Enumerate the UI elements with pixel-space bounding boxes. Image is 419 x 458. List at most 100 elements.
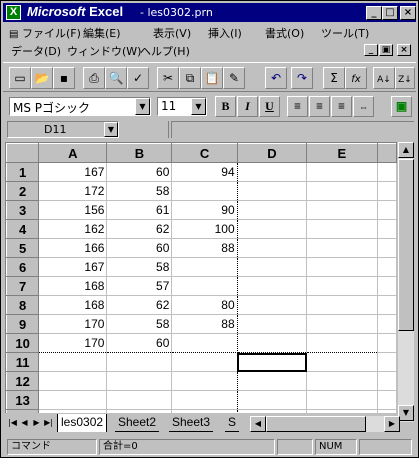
tab-sheet-partial[interactable]: S bbox=[225, 414, 240, 432]
cell-d6[interactable] bbox=[237, 257, 308, 277]
column-header-b[interactable]: B bbox=[106, 143, 173, 163]
cell-a12[interactable] bbox=[38, 371, 108, 391]
prev-sheet-button[interactable]: ◀ bbox=[19, 416, 30, 430]
cell-c11[interactable] bbox=[171, 352, 238, 372]
cell-b13[interactable] bbox=[106, 390, 173, 410]
minimize-button[interactable]: _ bbox=[366, 6, 382, 20]
doc-close-button[interactable]: × bbox=[397, 44, 411, 56]
excel-app-icon[interactable]: X bbox=[6, 5, 21, 20]
autosum-button[interactable]: Σ bbox=[323, 67, 345, 89]
font-name-select[interactable]: MS Pゴシック ▼ bbox=[9, 97, 151, 116]
cell-f14[interactable] bbox=[377, 409, 397, 413]
cell-b11[interactable] bbox=[106, 352, 173, 372]
cell-a10[interactable]: 170 bbox=[38, 333, 108, 353]
name-box[interactable]: D11 ▼ bbox=[7, 121, 119, 138]
close-button[interactable]: × bbox=[400, 6, 416, 20]
chevron-down-icon[interactable]: ▼ bbox=[135, 98, 150, 115]
cell-c2[interactable] bbox=[171, 181, 238, 201]
cell-a9[interactable]: 170 bbox=[38, 314, 108, 334]
new-button[interactable]: ▭ bbox=[9, 67, 31, 89]
tab-sheet2[interactable]: Sheet2 bbox=[115, 414, 160, 432]
cell-e13[interactable] bbox=[306, 390, 378, 410]
column-header-a[interactable]: A bbox=[38, 143, 108, 163]
cell-c1[interactable]: 94 bbox=[171, 162, 238, 182]
cell-c8[interactable]: 80 bbox=[171, 295, 238, 315]
cell-e9[interactable] bbox=[306, 314, 378, 334]
cell-f10[interactable] bbox=[377, 333, 397, 353]
merge-center-button[interactable]: ⇔ bbox=[353, 96, 374, 117]
cell-b2[interactable]: 58 bbox=[106, 181, 173, 201]
format-painter-button[interactable]: ✎ bbox=[223, 67, 245, 89]
maximize-button[interactable]: □ bbox=[382, 6, 398, 20]
cell-a11[interactable] bbox=[38, 352, 108, 372]
cell-d12[interactable] bbox=[237, 371, 308, 391]
cell-d7[interactable] bbox=[237, 276, 308, 296]
undo-button[interactable]: ↶ bbox=[265, 67, 287, 89]
doc-minimize-button[interactable]: _ bbox=[364, 44, 378, 56]
row-header[interactable]: 2 bbox=[6, 181, 40, 201]
cell-a13[interactable] bbox=[38, 390, 108, 410]
row-header[interactable]: 9 bbox=[6, 314, 40, 334]
align-right-button[interactable]: ≡ bbox=[331, 96, 352, 117]
row-header[interactable]: 13 bbox=[6, 390, 40, 410]
cell-b3[interactable]: 61 bbox=[106, 200, 173, 220]
cell-f1[interactable] bbox=[377, 162, 397, 182]
italic-button[interactable]: I bbox=[237, 96, 258, 117]
cell-d8[interactable] bbox=[237, 295, 308, 315]
cell-b1[interactable]: 60 bbox=[106, 162, 173, 182]
menu-format[interactable]: 書式(O) bbox=[265, 25, 304, 41]
cell-a5[interactable]: 166 bbox=[38, 238, 108, 258]
function-wizard-button[interactable]: fx bbox=[345, 67, 367, 89]
row-header[interactable]: 1 bbox=[6, 162, 40, 182]
cell-e3[interactable] bbox=[306, 200, 378, 220]
chevron-down-icon[interactable]: ▼ bbox=[104, 122, 118, 137]
cell-f8[interactable] bbox=[377, 295, 397, 315]
horizontal-scrollbar[interactable]: ◀ ▶ bbox=[250, 416, 400, 432]
cell-b8[interactable]: 62 bbox=[106, 295, 173, 315]
cell-f6[interactable] bbox=[377, 257, 397, 277]
horizontal-scroll-thumb[interactable] bbox=[266, 416, 366, 432]
cell-e7[interactable] bbox=[306, 276, 378, 296]
cell-f13[interactable] bbox=[377, 390, 397, 410]
cell-a1[interactable]: 167 bbox=[38, 162, 108, 182]
row-header[interactable]: 12 bbox=[6, 371, 40, 391]
cell-c12[interactable] bbox=[171, 371, 238, 391]
cell-f7[interactable] bbox=[377, 276, 397, 296]
cell-a3[interactable]: 156 bbox=[38, 200, 108, 220]
scroll-right-button[interactable]: ▶ bbox=[384, 416, 400, 432]
spell-check-button[interactable]: ✓ bbox=[127, 67, 149, 89]
last-sheet-button[interactable]: ▶| bbox=[43, 416, 54, 430]
cell-f2[interactable] bbox=[377, 181, 397, 201]
cell-e10[interactable] bbox=[306, 333, 378, 353]
cell-a4[interactable]: 162 bbox=[38, 219, 108, 239]
cell-d10[interactable] bbox=[237, 333, 308, 353]
row-header[interactable]: 3 bbox=[6, 200, 40, 220]
tab-les0302[interactable]: les0302 bbox=[57, 414, 108, 432]
cell-c5[interactable]: 88 bbox=[171, 238, 238, 258]
cell-d11[interactable] bbox=[237, 352, 308, 372]
sort-descending-button[interactable]: Z↓ bbox=[395, 67, 415, 89]
vertical-scrollbar[interactable]: ▲ ▼ bbox=[398, 142, 414, 422]
first-sheet-button[interactable]: |◀ bbox=[7, 416, 18, 430]
doc-restore-button[interactable]: ▣ bbox=[379, 44, 393, 56]
cell-e4[interactable] bbox=[306, 219, 378, 239]
cell-e5[interactable] bbox=[306, 238, 378, 258]
menu-help[interactable]: ヘルプ(H) bbox=[140, 43, 190, 59]
cell-d4[interactable] bbox=[237, 219, 308, 239]
cell-e11[interactable] bbox=[306, 352, 378, 372]
menu-file[interactable]: ▤ ファイル(F) bbox=[9, 25, 81, 41]
cell-e1[interactable] bbox=[306, 162, 378, 182]
menu-data[interactable]: データ(D) bbox=[11, 43, 61, 59]
currency-style-button[interactable]: ▣ bbox=[391, 96, 412, 117]
align-left-button[interactable]: ≡ bbox=[287, 96, 308, 117]
cell-e12[interactable] bbox=[306, 371, 378, 391]
print-button[interactable]: ⎙ bbox=[83, 67, 105, 89]
cell-b14[interactable] bbox=[106, 409, 173, 413]
cell-b9[interactable]: 58 bbox=[106, 314, 173, 334]
cell-d5[interactable] bbox=[237, 238, 308, 258]
align-center-button[interactable]: ≡ bbox=[309, 96, 330, 117]
cell-e14[interactable] bbox=[306, 409, 378, 413]
row-header[interactable]: 8 bbox=[6, 295, 40, 315]
cell-d2[interactable] bbox=[237, 181, 308, 201]
cell-f4[interactable] bbox=[377, 219, 397, 239]
